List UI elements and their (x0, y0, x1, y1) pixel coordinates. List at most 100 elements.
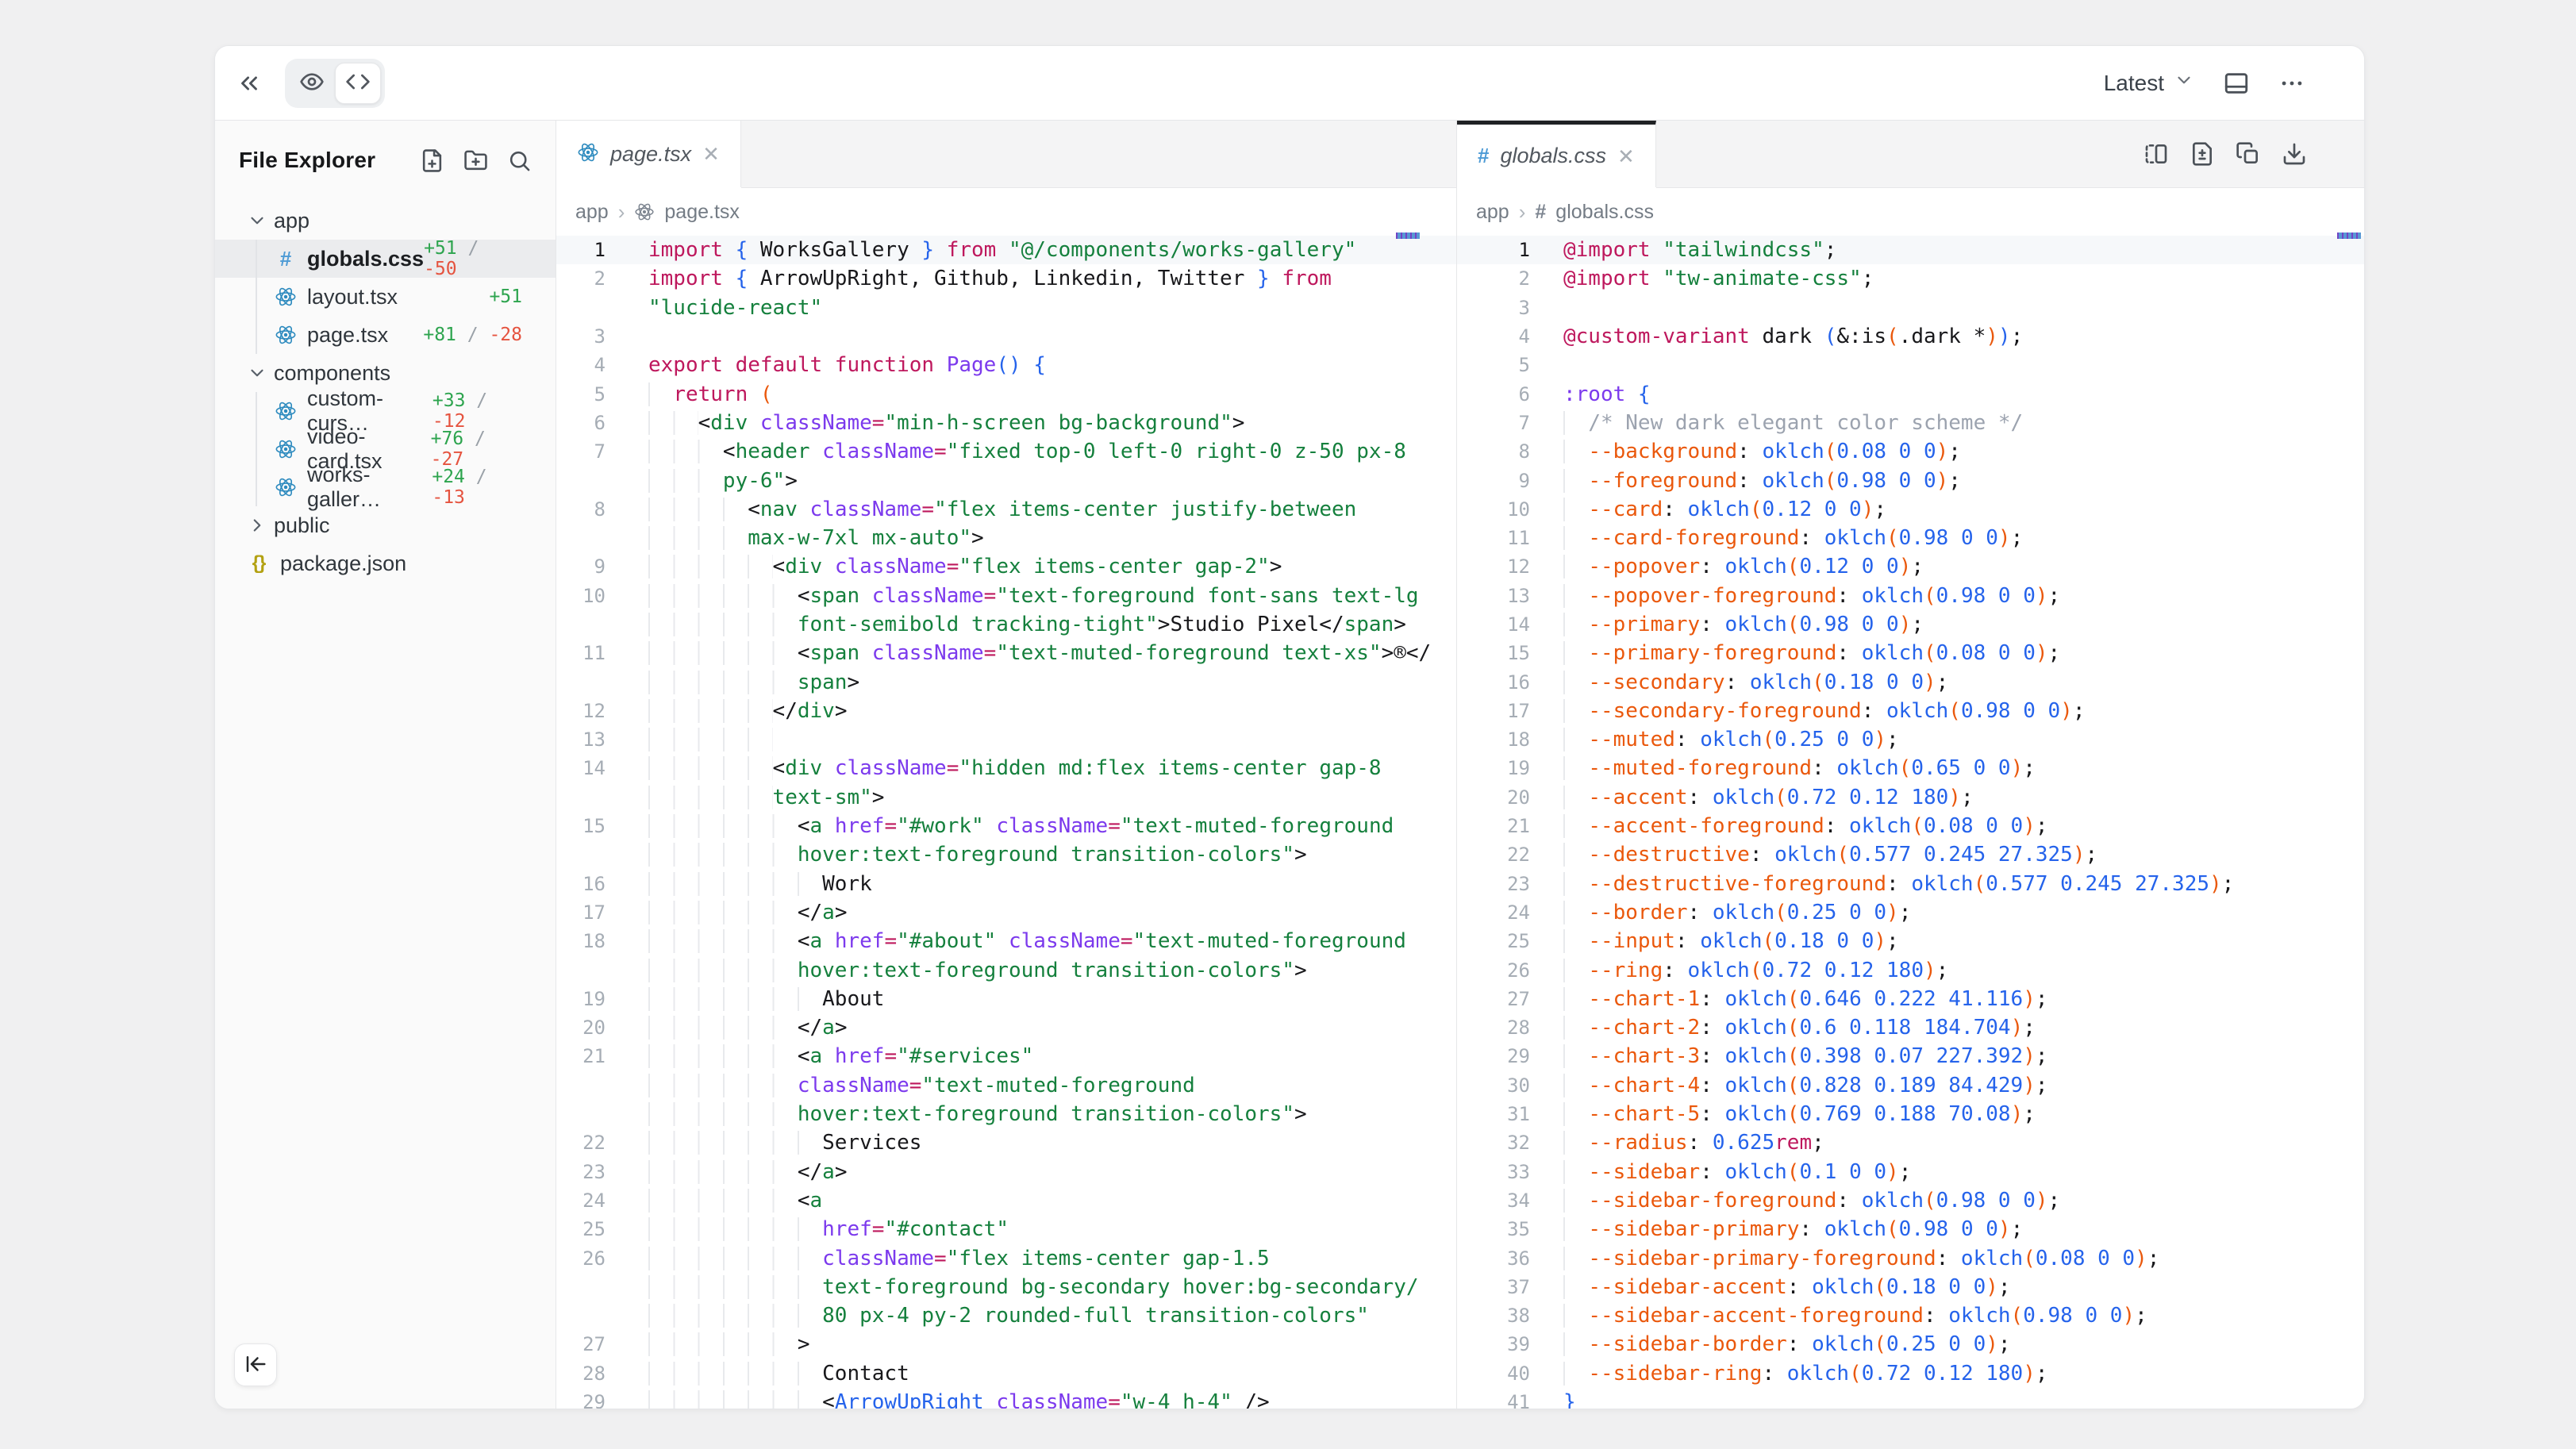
preview-toggle-button[interactable] (289, 63, 335, 104)
code-line[interactable]: hover:text-foreground transition-colors"… (556, 1100, 1456, 1128)
code-line[interactable]: 2import { ArrowUpRight, Github, Linkedin… (556, 264, 1456, 293)
split-view-button[interactable] (2143, 141, 2169, 167)
file-diff-button[interactable] (2190, 141, 2215, 167)
code-line[interactable]: 26 className="flex items-center gap-1.5 (556, 1243, 1456, 1272)
tree-item-layout.tsx[interactable]: layout.tsx+51 (215, 278, 556, 316)
tree-item-globals.css[interactable]: #globals.css+51 / -50 (215, 240, 556, 278)
code-line[interactable]: 10 --card: oklch(0.12 0 0); (1457, 495, 2364, 524)
horizontal-scrollbar-thumb[interactable] (2337, 233, 2361, 239)
code-line[interactable]: "lucide-react" (556, 294, 1456, 322)
code-line[interactable]: 37 --sidebar-accent: oklch(0.18 0 0); (1457, 1273, 2364, 1301)
code-line[interactable]: 11 --card-foreground: oklch(0.98 0 0); (1457, 524, 2364, 552)
code-line[interactable]: 28 Contact (556, 1359, 1456, 1388)
code-line[interactable]: 20 --accent: oklch(0.72 0.12 180); (1457, 783, 2364, 812)
code-line[interactable]: 5 (1457, 351, 2364, 379)
code-line[interactable]: 8 <nav className="flex items-center just… (556, 495, 1456, 524)
code-line[interactable]: 9 <div className="flex items-center gap-… (556, 552, 1456, 581)
copy-button[interactable] (2236, 141, 2261, 167)
close-tab-icon[interactable]: ✕ (702, 144, 720, 164)
code-line[interactable]: 11 <span className="text-muted-foregroun… (556, 639, 1456, 667)
code-line[interactable]: 17 --secondary-foreground: oklch(0.98 0 … (1457, 697, 2364, 725)
tab-globals-css[interactable]: # globals.css ✕ (1457, 121, 1656, 187)
tree-item-page.tsx[interactable]: page.tsx+81 / -28 (215, 316, 556, 354)
code-line[interactable]: max-w-7xl mx-auto"> (556, 524, 1456, 552)
code-line[interactable]: 24 <a (556, 1186, 1456, 1215)
code-line[interactable]: 36 --sidebar-primary-foreground: oklch(0… (1457, 1243, 2364, 1272)
code-line[interactable]: 1import { WorksGallery } from "@/compone… (556, 236, 1456, 264)
code-line[interactable]: 6:root { (1457, 379, 2364, 408)
code-line[interactable]: 6 <div className="min-h-screen bg-backgr… (556, 409, 1456, 437)
code-line[interactable]: 25 --input: oklch(0.18 0 0); (1457, 927, 2364, 955)
code-line[interactable]: 30 --chart-4: oklch(0.828 0.189 84.429); (1457, 1071, 2364, 1100)
code-line[interactable]: 29 --chart-3: oklch(0.398 0.07 227.392); (1457, 1042, 2364, 1070)
code-line[interactable]: 7 <header className="fixed top-0 left-0 … (556, 437, 1456, 466)
collapse-sidebar-button[interactable] (234, 1343, 277, 1386)
chevron-right-icon[interactable] (247, 515, 267, 536)
editor1-code[interactable]: 1import { WorksGallery } from "@/compone… (556, 236, 1456, 1409)
code-line[interactable]: 17 </a> (556, 898, 1456, 927)
code-line[interactable]: 3 (556, 322, 1456, 351)
tree-item-works-galler-[interactable]: works-galler…+24 / -13 (215, 468, 556, 506)
new-file-button[interactable] (420, 148, 444, 173)
code-line[interactable]: 13 --popover-foreground: oklch(0.98 0 0)… (1457, 582, 2364, 610)
tree-item-app[interactable]: app (215, 202, 556, 240)
code-line[interactable]: 21 <a href="#services" (556, 1042, 1456, 1070)
code-line[interactable]: 23 --destructive-foreground: oklch(0.577… (1457, 870, 2364, 898)
code-line[interactable]: text-sm"> (556, 783, 1456, 812)
code-line[interactable]: 4@custom-variant dark (&:is(.dark *)); (1457, 322, 2364, 351)
tree-item-package.json[interactable]: {}package.json (215, 544, 556, 582)
code-line[interactable]: 22 --destructive: oklch(0.577 0.245 27.3… (1457, 840, 2364, 869)
more-options-button[interactable] (2278, 70, 2305, 97)
panel-bottom-button[interactable] (2223, 70, 2250, 97)
code-line[interactable]: 4export default function Page() { (556, 351, 1456, 379)
code-line[interactable]: 18 <a href="#about" className="text-mute… (556, 927, 1456, 955)
code-line[interactable]: 12 --popover: oklch(0.12 0 0); (1457, 552, 2364, 581)
code-line[interactable]: 23 </a> (556, 1158, 1456, 1186)
version-dropdown[interactable]: Latest (2104, 70, 2194, 96)
code-line[interactable]: 2@import "tw-animate-css"; (1457, 264, 2364, 293)
code-line[interactable]: text-foreground bg-secondary hover:bg-se… (556, 1273, 1456, 1301)
download-button[interactable] (2282, 141, 2307, 167)
code-line[interactable]: 33 --sidebar: oklch(0.1 0 0); (1457, 1158, 2364, 1186)
breadcrumb-folder[interactable]: app (575, 201, 609, 224)
code-line[interactable]: py-6"> (556, 466, 1456, 494)
code-line[interactable]: 9 --foreground: oklch(0.98 0 0); (1457, 466, 2364, 494)
horizontal-scrollbar-thumb[interactable] (1396, 233, 1420, 239)
code-line[interactable]: hover:text-foreground transition-colors"… (556, 840, 1456, 869)
code-line[interactable]: 24 --border: oklch(0.25 0 0); (1457, 898, 2364, 927)
code-line[interactable]: 12 </div> (556, 697, 1456, 725)
code-line[interactable]: 5 return ( (556, 379, 1456, 408)
code-line[interactable]: 22 Services (556, 1128, 1456, 1157)
code-line[interactable]: 13 (556, 725, 1456, 754)
breadcrumb-file[interactable]: page.tsx (664, 201, 740, 224)
tab-page-tsx[interactable]: page.tsx ✕ (556, 121, 741, 187)
code-line[interactable]: 34 --sidebar-foreground: oklch(0.98 0 0)… (1457, 1186, 2364, 1215)
code-line[interactable]: 15 --primary-foreground: oklch(0.08 0 0)… (1457, 639, 2364, 667)
code-line[interactable]: 40 --sidebar-ring: oklch(0.72 0.12 180); (1457, 1359, 2364, 1388)
code-line[interactable]: 26 --ring: oklch(0.72 0.12 180); (1457, 955, 2364, 984)
code-line[interactable]: 41} (1457, 1388, 2364, 1409)
code-line[interactable]: 16 --secondary: oklch(0.18 0 0); (1457, 667, 2364, 696)
code-line[interactable]: 35 --sidebar-primary: oklch(0.98 0 0); (1457, 1215, 2364, 1243)
collapse-panel-button[interactable] (236, 70, 263, 97)
code-line[interactable]: 20 </a> (556, 1013, 1456, 1042)
code-line[interactable]: 21 --accent-foreground: oklch(0.08 0 0); (1457, 812, 2364, 840)
code-toggle-button[interactable] (335, 63, 381, 104)
code-line[interactable]: 16 Work (556, 870, 1456, 898)
code-line[interactable]: 28 --chart-2: oklch(0.6 0.118 184.704); (1457, 1013, 2364, 1042)
code-line[interactable]: 38 --sidebar-accent-foreground: oklch(0.… (1457, 1301, 2364, 1330)
editor2-code[interactable]: 1@import "tailwindcss";2@import "tw-anim… (1457, 236, 2364, 1409)
code-line[interactable]: font-semibold tracking-tight">Studio Pix… (556, 610, 1456, 639)
code-line[interactable]: 14 <div className="hidden md:flex items-… (556, 754, 1456, 782)
code-line[interactable]: 29 <ArrowUpRight className="w-4 h-4" /> (556, 1388, 1456, 1409)
code-line[interactable]: 10 <span className="text-foreground font… (556, 582, 1456, 610)
code-line[interactable]: 27 > (556, 1330, 1456, 1359)
code-line[interactable]: 14 --primary: oklch(0.98 0 0); (1457, 610, 2364, 639)
tree-item-public[interactable]: public (215, 506, 556, 544)
chevron-down-icon[interactable] (247, 210, 267, 231)
code-line[interactable]: 19 --muted-foreground: oklch(0.65 0 0); (1457, 754, 2364, 782)
code-line[interactable]: 8 --background: oklch(0.08 0 0); (1457, 437, 2364, 466)
code-line[interactable]: className="text-muted-foreground (556, 1071, 1456, 1100)
code-line[interactable]: 31 --chart-5: oklch(0.769 0.188 70.08); (1457, 1100, 2364, 1128)
code-line[interactable]: 3 (1457, 294, 2364, 322)
